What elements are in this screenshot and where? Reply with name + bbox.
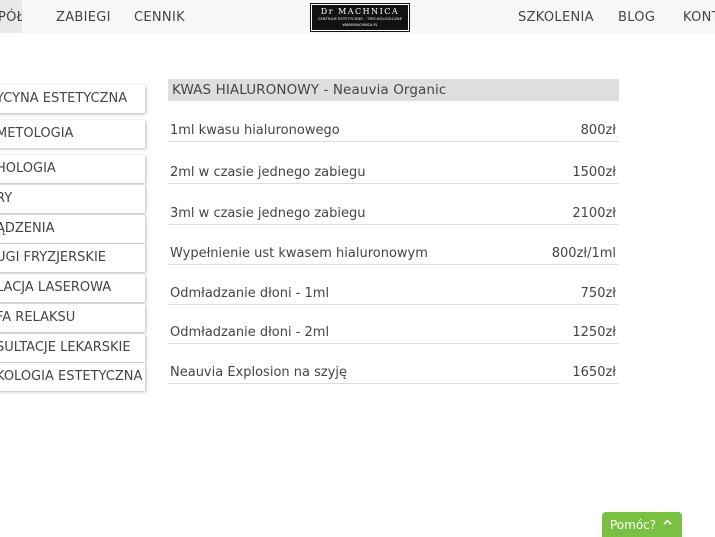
sidebar-item-konsultacje-lekarskie[interactable]: SULTACJE LEKARSKIE bbox=[0, 334, 145, 362]
price-row: 3ml w czasie jednego zabiegu 2100zł bbox=[168, 203, 619, 225]
price-row-value: 800zł/1ml bbox=[551, 246, 616, 261]
price-row-value: 1250zł bbox=[572, 325, 616, 340]
price-row-name: Odmładzanie dłoni - 1ml bbox=[170, 286, 330, 301]
sidebar-item-label: LACJA LASEROWA bbox=[0, 280, 112, 295]
sidebar-item-urzadzenia[interactable]: ĄDZENIA bbox=[0, 215, 145, 243]
sidebar-item-label: METOLOGIA bbox=[0, 126, 74, 141]
price-row-name: Odmładzanie dłoni - 2ml bbox=[170, 325, 330, 340]
logo-url: WWW.MACHNICA.PL bbox=[342, 23, 378, 27]
price-row-value: 800zł bbox=[580, 123, 616, 138]
sidebar-item-label: RY bbox=[0, 191, 13, 206]
sidebar-item-zabiegi[interactable]: RY bbox=[0, 185, 145, 213]
sidebar-item-trychologia[interactable]: HOLOGIA bbox=[0, 155, 145, 183]
price-row-value: 1650zł bbox=[572, 365, 616, 380]
sidebar-item-label: ĄDZENIA bbox=[0, 221, 55, 236]
sidebar-item-medycyna-estetyczna[interactable]: YCYNA ESTETYCZNA bbox=[0, 85, 145, 113]
sidebar-item-depilacja-laserowa[interactable]: LACJA LASEROWA bbox=[0, 274, 145, 302]
logo-title: Dr MACHNICA bbox=[320, 7, 400, 16]
price-row-name: Wypełnienie ust kwasem hialuronowym bbox=[170, 246, 428, 261]
sidebar-item-label: FA RELAKSU bbox=[0, 310, 76, 325]
price-row: 1ml kwasu hialuronowego 800zł bbox=[168, 120, 619, 142]
sidebar-item-strefa-relaksu[interactable]: FA RELAKSU bbox=[0, 304, 145, 332]
nav-item-cennik[interactable]: CENNIK bbox=[134, 10, 185, 25]
chevron-up-icon bbox=[663, 517, 672, 530]
sidebar-item-label: UGI FRYZJERSKIE bbox=[0, 250, 106, 265]
site-logo[interactable]: Dr MACHNICA CENTRUM ESTETYCZNO - TRYCHOL… bbox=[310, 3, 410, 32]
nav-item-kontakt[interactable]: KONT bbox=[683, 10, 715, 25]
price-row-value: 1500zł bbox=[572, 165, 616, 180]
sidebar-item-label: YCYNA ESTETYCZNA bbox=[0, 91, 128, 106]
price-row-value: 750zł bbox=[580, 286, 616, 301]
price-row-name: 3ml w czasie jednego zabiegu bbox=[170, 206, 366, 221]
sidebar-item-kosmetologia[interactable]: METOLOGIA bbox=[0, 120, 145, 148]
price-row: Wypełnienie ust kwasem hialuronowym 800z… bbox=[168, 243, 619, 265]
sidebar-item-label: SULTACJE LEKARSKIE bbox=[0, 340, 131, 355]
price-row-name: 2ml w czasie jednego zabiegu bbox=[170, 165, 366, 180]
price-row: Odmładzanie dłoni - 2ml 1250zł bbox=[168, 322, 619, 344]
sidebar-item-ginekologia-estetyczna[interactable]: KOLOGIA ESTETYCZNA bbox=[0, 363, 145, 391]
help-chat-button[interactable]: Pomóc? bbox=[602, 512, 682, 537]
price-row-name: Neauvia Explosion na szyję bbox=[170, 365, 348, 380]
price-row: 2ml w czasie jednego zabiegu 1500zł bbox=[168, 162, 619, 184]
price-table-title: KWAS HIALURONOWY - Neauvia Organic bbox=[168, 79, 619, 101]
price-row: Neauvia Explosion na szyję 1650zł bbox=[168, 362, 619, 384]
nav-item-label: PÓŁ bbox=[0, 10, 22, 25]
help-button-label: Pomóc? bbox=[610, 518, 657, 532]
nav-item-szkolenia[interactable]: SZKOLENIA bbox=[518, 10, 594, 25]
nav-item-o-nas[interactable]: PÓŁ bbox=[0, 0, 22, 33]
price-row-value: 2100zł bbox=[572, 206, 616, 221]
price-row-name: 1ml kwasu hialuronowego bbox=[170, 123, 340, 138]
sidebar-item-uslugi-fryzjerskie[interactable]: UGI FRYZJERSKIE bbox=[0, 244, 145, 272]
top-navigation-bar: PÓŁ ZABIEGI CENNIK Dr MACHNICA CENTRUM E… bbox=[0, 0, 715, 33]
price-row: Odmładzanie dłoni - 1ml 750zł bbox=[168, 283, 619, 305]
sidebar-item-label: KOLOGIA ESTETYCZNA bbox=[0, 369, 143, 384]
nav-item-zabiegi[interactable]: ZABIEGI bbox=[56, 10, 111, 25]
nav-item-blog[interactable]: BLOG bbox=[618, 10, 655, 25]
sidebar-item-label: HOLOGIA bbox=[0, 161, 56, 176]
